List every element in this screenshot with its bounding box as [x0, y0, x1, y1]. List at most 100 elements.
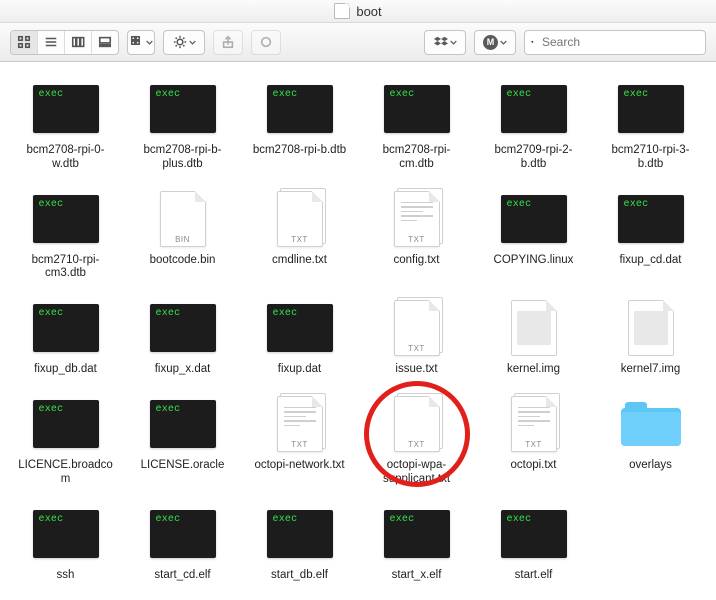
file-item[interactable]: TXTissue.txt — [363, 299, 471, 377]
file-item[interactable]: TXT octopi-wpa-supplicant.txt — [363, 395, 471, 487]
exec-icon — [618, 195, 684, 243]
file-label: LICENSE.oracle — [141, 459, 225, 473]
arrange-button[interactable] — [128, 31, 154, 54]
file-icon-wrap — [30, 395, 102, 453]
file-label: COPYING.linux — [494, 254, 574, 268]
file-item[interactable]: start.elf — [480, 505, 588, 583]
file-label: LICENCE.broadcom — [16, 459, 116, 487]
file-icon-wrap — [264, 505, 336, 563]
exec-icon — [267, 304, 333, 352]
exec-icon — [150, 400, 216, 448]
window-titlebar: boot — [0, 0, 716, 23]
share-icon — [221, 35, 235, 49]
file-label: fixup_x.dat — [155, 363, 211, 377]
exec-icon — [150, 304, 216, 352]
chevron-down-icon — [189, 39, 196, 46]
dropbox-icon — [434, 35, 448, 49]
file-icon-wrap — [30, 505, 102, 563]
file-label: kernel7.img — [621, 363, 680, 377]
file-icon-wrap — [498, 190, 570, 248]
tag-icon — [259, 35, 273, 49]
file-grid[interactable]: bcm2708-rpi-0-w.dtb bcm2708-rpi-b-plus.dt… — [0, 62, 716, 600]
view-columns-button[interactable] — [65, 31, 92, 54]
tags-button[interactable] — [251, 30, 281, 55]
file-item[interactable]: overlays — [597, 395, 705, 487]
file-item[interactable]: start_cd.elf — [129, 505, 237, 583]
exec-icon — [501, 85, 567, 133]
file-icon-wrap — [147, 299, 219, 357]
file-item[interactable]: bcm2708-rpi-0-w.dtb — [12, 80, 120, 172]
view-gallery-button[interactable] — [92, 31, 118, 54]
file-icon-wrap: TXT — [498, 395, 570, 453]
dropbox-button[interactable] — [424, 30, 466, 55]
file-item[interactable]: bcm2708-rpi-b-plus.dtb — [129, 80, 237, 172]
search-input[interactable] — [540, 34, 699, 50]
file-item[interactable]: TXT octopi.txt — [480, 395, 588, 487]
file-icon-wrap — [615, 299, 687, 357]
share-button[interactable] — [213, 30, 243, 55]
action-menu-button[interactable] — [163, 30, 205, 55]
file-label: bcm2710-rpi-cm3.dtb — [16, 254, 116, 282]
exec-icon — [384, 85, 450, 133]
file-item[interactable]: TXTconfig.txt — [363, 190, 471, 282]
exec-icon — [501, 195, 567, 243]
exec-icon — [33, 510, 99, 558]
chevron-down-icon — [500, 39, 507, 46]
file-item[interactable]: bcm2708-rpi-cm.dtb — [363, 80, 471, 172]
file-icon-wrap — [264, 80, 336, 138]
file-item[interactable]: fixup_cd.dat — [597, 190, 705, 282]
file-label: octopi.txt — [510, 459, 556, 473]
txt-file-icon: TXT — [511, 396, 557, 452]
file-item[interactable]: start_db.elf — [246, 505, 354, 583]
chevron-down-icon — [450, 39, 457, 46]
file-item[interactable]: fixup_db.dat — [12, 299, 120, 377]
file-label: bcm2708-rpi-b.dtb — [253, 144, 346, 158]
file-icon-wrap — [381, 505, 453, 563]
file-label: bcm2708-rpi-cm.dtb — [367, 144, 467, 172]
file-label: octopi-wpa-supplicant.txt — [367, 459, 467, 487]
file-item[interactable]: LICENCE.broadcom — [12, 395, 120, 487]
file-icon-wrap — [30, 190, 102, 248]
file-label: bcm2708-rpi-b-plus.dtb — [133, 144, 233, 172]
search-icon — [531, 36, 534, 48]
window-title: boot — [356, 4, 381, 19]
file-item[interactable]: bcm2709-rpi-2-b.dtb — [480, 80, 588, 172]
file-item[interactable]: TXToctopi-network.txt — [246, 395, 354, 487]
file-label: fixup_cd.dat — [619, 254, 681, 268]
file-item[interactable]: COPYING.linux — [480, 190, 588, 282]
file-item[interactable]: fixup.dat — [246, 299, 354, 377]
file-icon-wrap — [615, 395, 687, 453]
file-item[interactable]: bcm2710-rpi-3-b.dtb — [597, 80, 705, 172]
txt-file-icon: TXT — [394, 191, 440, 247]
file-label: kernel.img — [507, 363, 560, 377]
file-label: overlays — [629, 459, 672, 473]
search-field[interactable] — [524, 30, 706, 55]
file-icon-wrap — [615, 80, 687, 138]
file-item[interactable]: kernel7.img — [597, 299, 705, 377]
view-list-button[interactable] — [38, 31, 65, 54]
file-label: start_x.elf — [392, 569, 442, 583]
file-item[interactable]: start_x.elf — [363, 505, 471, 583]
exec-icon — [150, 85, 216, 133]
exec-icon — [618, 85, 684, 133]
file-item[interactable]: TXTcmdline.txt — [246, 190, 354, 282]
file-item[interactable]: bcm2708-rpi-b.dtb — [246, 80, 354, 172]
file-label: fixup.dat — [278, 363, 321, 377]
exec-icon — [33, 400, 99, 448]
file-label: bcm2708-rpi-0-w.dtb — [16, 144, 116, 172]
file-label: start_cd.elf — [154, 569, 210, 583]
file-item[interactable]: LICENSE.oracle — [129, 395, 237, 487]
view-icons-button[interactable] — [11, 31, 38, 54]
file-item[interactable]: fixup_x.dat — [129, 299, 237, 377]
file-icon-wrap: TXT — [381, 395, 453, 453]
file-icon-wrap: TXT — [264, 190, 336, 248]
file-item[interactable]: kernel.img — [480, 299, 588, 377]
file-icon-wrap — [30, 80, 102, 138]
file-item[interactable]: bcm2710-rpi-cm3.dtb — [12, 190, 120, 282]
file-label: ssh — [57, 569, 75, 583]
file-item[interactable]: ssh — [12, 505, 120, 583]
mega-button[interactable]: M — [474, 30, 516, 55]
file-icon-wrap — [264, 299, 336, 357]
folder-icon — [621, 402, 681, 446]
file-item[interactable]: BINbootcode.bin — [129, 190, 237, 282]
